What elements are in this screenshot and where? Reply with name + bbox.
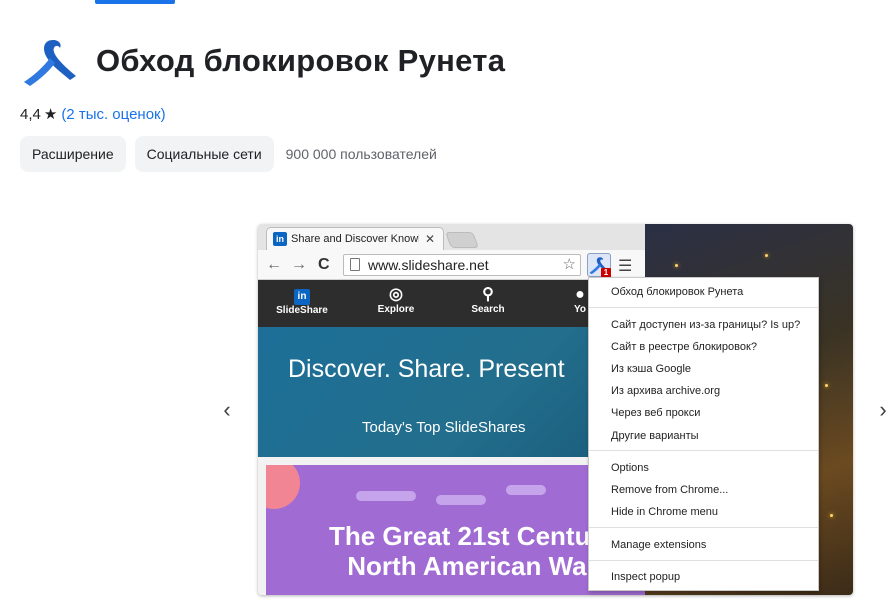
menu-item-manage: Manage extensions xyxy=(611,539,707,551)
linkedin-icon: in xyxy=(294,289,310,305)
menu-header: Обход блокировок Рунета xyxy=(611,286,744,298)
hero-title: Discover. Share. Present xyxy=(288,355,565,383)
menu-item-archive: Из архива archive.org xyxy=(611,385,721,397)
rating-count-link[interactable]: (2 тыс. оценок) xyxy=(61,106,165,123)
carousel-prev-button[interactable]: ‹ xyxy=(215,398,239,422)
menu-item-inspect: Inspect popup xyxy=(611,571,681,583)
menu-item-remove: Remove from Chrome... xyxy=(611,484,729,496)
menu-item-isup: Сайт доступен из-за границы? Is up? xyxy=(611,319,801,331)
nav-label: Yo xyxy=(573,304,587,315)
menu-item-other: Другие варианты xyxy=(611,430,699,442)
carousel-next-button[interactable]: › xyxy=(871,398,891,422)
nav-label: Search xyxy=(471,304,505,315)
nav-label: Explore xyxy=(377,304,415,315)
address-bar: www.slideshare.net ☆ xyxy=(343,254,581,276)
chip-social[interactable]: Социальные сети xyxy=(134,136,274,172)
browser-toolbar: ← → C www.slideshare.net ☆ 1 ☰ xyxy=(258,250,645,280)
hero-banner: Discover. Share. Present Today's Top Sli… xyxy=(258,327,645,457)
chevron-left-icon: ‹ xyxy=(223,397,231,422)
rating-value: 4,4 xyxy=(20,105,41,123)
page-icon xyxy=(350,258,360,271)
search-icon: ⚲ xyxy=(482,286,494,303)
reload-icon: C xyxy=(318,256,330,273)
menu-item-registry: Сайт в реестре блокировок? xyxy=(611,341,757,353)
chip-row: Расширение Социальные сети 900 000 польз… xyxy=(20,136,437,172)
close-icon: ✕ xyxy=(425,232,436,246)
chip-extension[interactable]: Расширение xyxy=(20,136,126,172)
nav-search: ⚲ Search xyxy=(458,286,518,315)
rating: 4,4 ★ (2 тыс. оценок) xyxy=(20,105,166,124)
linkedin-icon: in xyxy=(273,232,287,246)
menu-item-hide: Hide in Chrome menu xyxy=(611,506,718,518)
nav-explore: ◎ Explore xyxy=(366,286,426,315)
ribbon-logo-icon xyxy=(24,40,76,86)
promo-line: North American War xyxy=(347,551,597,581)
page-title: Обход блокировок Рунета xyxy=(96,43,506,78)
extension-button: 1 xyxy=(587,253,611,278)
browser-tab: in Share and Discover Knowl ✕ xyxy=(266,227,444,250)
promo-line: The Great 21st Century xyxy=(328,521,616,551)
browser-window: in Share and Discover Knowl ✕ ← → C www.… xyxy=(258,224,645,595)
user-count: 900 000 пользователей xyxy=(285,146,437,162)
compass-icon: ◎ xyxy=(389,286,403,303)
star-icon: ★ xyxy=(43,106,58,123)
menu-item-web-proxy: Через веб прокси xyxy=(611,407,701,419)
nav-label: SlideShare xyxy=(276,305,328,316)
slideshare-nav: in SlideShare ◎ Explore ⚲ Search ● Yo xyxy=(258,280,645,327)
extension-context-menu: Обход блокировок Рунета Сайт доступен из… xyxy=(588,277,819,591)
menu-item-options: Options xyxy=(611,462,649,474)
chevron-right-icon: › xyxy=(879,397,887,422)
bookmark-star-icon: ☆ xyxy=(562,256,576,273)
hamburger-menu-icon: ☰ xyxy=(618,258,633,275)
browser-tab-title: Share and Discover Knowl xyxy=(291,233,419,245)
new-tab-icon xyxy=(445,232,479,248)
back-icon: ← xyxy=(266,256,282,273)
hero-subtitle: Today's Top SlideShares xyxy=(362,419,526,436)
menu-item-google-cache: Из кэша Google xyxy=(611,363,692,375)
tab-strip: in Share and Discover Knowl ✕ xyxy=(258,224,645,250)
extension-header: Обход блокировок Рунета xyxy=(20,36,505,86)
active-tab-indicator xyxy=(95,0,175,4)
address-url: www.slideshare.net xyxy=(368,257,489,273)
nav-slideshare: in SlideShare xyxy=(272,286,332,316)
forward-icon: → xyxy=(291,256,307,273)
